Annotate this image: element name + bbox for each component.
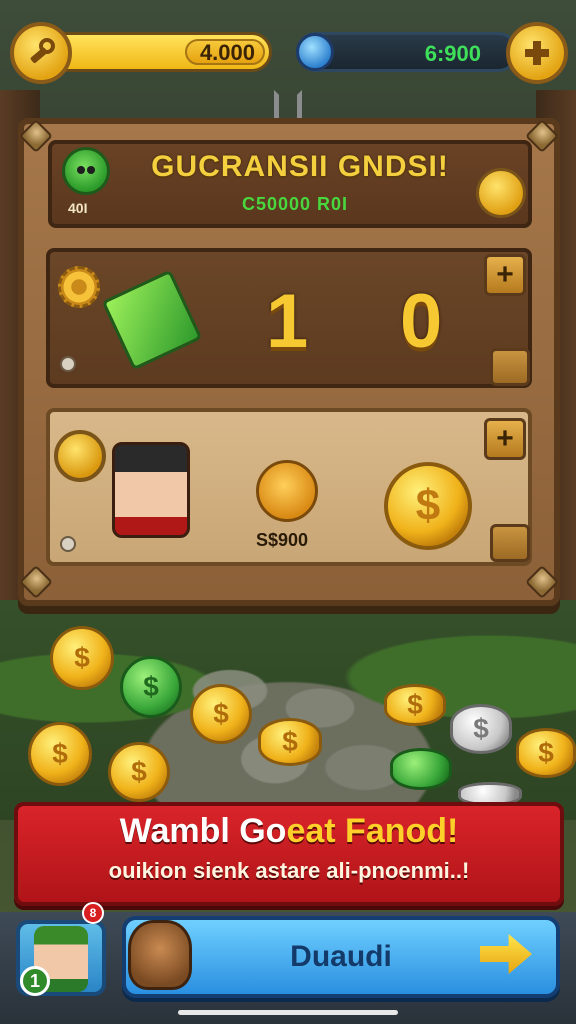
coin-icon[interactable]: $ <box>384 684 446 726</box>
coin-icon[interactable]: $ <box>450 704 512 754</box>
coin-icon[interactable] <box>390 748 452 790</box>
stats-add-button[interactable]: + <box>484 254 526 296</box>
banner-title-highlight: eat <box>286 812 336 850</box>
stat-value-2: 0 <box>400 279 443 364</box>
character-portrait <box>112 442 190 538</box>
notification-badge: 8 <box>82 902 104 924</box>
goblin-icon <box>62 147 110 195</box>
boar-icon <box>256 460 318 522</box>
banner-title: Wambl Goeat Fanod! <box>14 812 564 851</box>
coin-symbol: $ <box>143 671 159 702</box>
home-indicator[interactable] <box>178 1010 398 1015</box>
gold-amount: 4.000 <box>199 40 255 65</box>
plus-icon <box>525 41 549 65</box>
banner-subtitle: ouikion sienk astare ali-pnoenmi..! <box>108 858 470 883</box>
coin-icon[interactable]: $ <box>50 626 114 690</box>
gear-icon[interactable] <box>58 266 100 308</box>
banner-title-part2: Fanod! <box>335 812 459 850</box>
coin-icon[interactable]: $ <box>516 728 576 778</box>
coin-symbol: $ <box>415 481 441 530</box>
add-currency-button[interactable] <box>506 22 568 84</box>
board-subtitle: C50000 R0I <box>241 194 349 214</box>
coin-symbol: $ <box>282 726 298 757</box>
coin-symbol: $ <box>52 738 68 769</box>
plus-icon: + <box>496 422 514 455</box>
boar-price: S$900 <box>256 530 309 550</box>
coin-symbol: $ <box>213 698 229 729</box>
board-title: GUCRANSII GNDSI! <box>151 150 449 183</box>
big-coin-icon[interactable]: $ <box>384 462 472 550</box>
info-dot-icon <box>60 356 76 372</box>
coin-symbol: $ <box>473 713 489 744</box>
coin-icon[interactable]: $ <box>108 742 170 802</box>
coin-icon[interactable]: $ <box>258 718 322 766</box>
coin-symbol: $ <box>131 756 147 787</box>
header-coin-button[interactable] <box>476 168 526 218</box>
reward-add-button[interactable]: + <box>484 418 526 460</box>
key-button[interactable] <box>10 22 72 84</box>
gem-icon <box>296 33 334 71</box>
coin-symbol: $ <box>74 642 90 673</box>
gem-amount: 6:900 <box>424 41 481 66</box>
banner-title-part1: Wambl Go <box>119 812 287 850</box>
header-count: 40I <box>68 200 88 216</box>
stat-value-1: 1 <box>266 279 309 364</box>
gold-resource-bar: 4.000 <box>40 32 272 72</box>
coin-ring-icon <box>54 430 106 482</box>
level-badge: 1 <box>20 966 50 996</box>
stats-secondary-button[interactable] <box>490 348 530 386</box>
coin-icon[interactable]: $ <box>28 722 92 786</box>
coin-icon[interactable]: $ <box>120 656 182 718</box>
key-icon <box>30 38 55 63</box>
coin-icon[interactable]: $ <box>190 684 252 744</box>
info-dot-icon <box>60 536 76 552</box>
reward-secondary-button[interactable] <box>490 524 530 562</box>
plus-icon: + <box>496 258 514 291</box>
coin-symbol: $ <box>538 737 554 768</box>
coin-symbol: $ <box>407 689 423 720</box>
